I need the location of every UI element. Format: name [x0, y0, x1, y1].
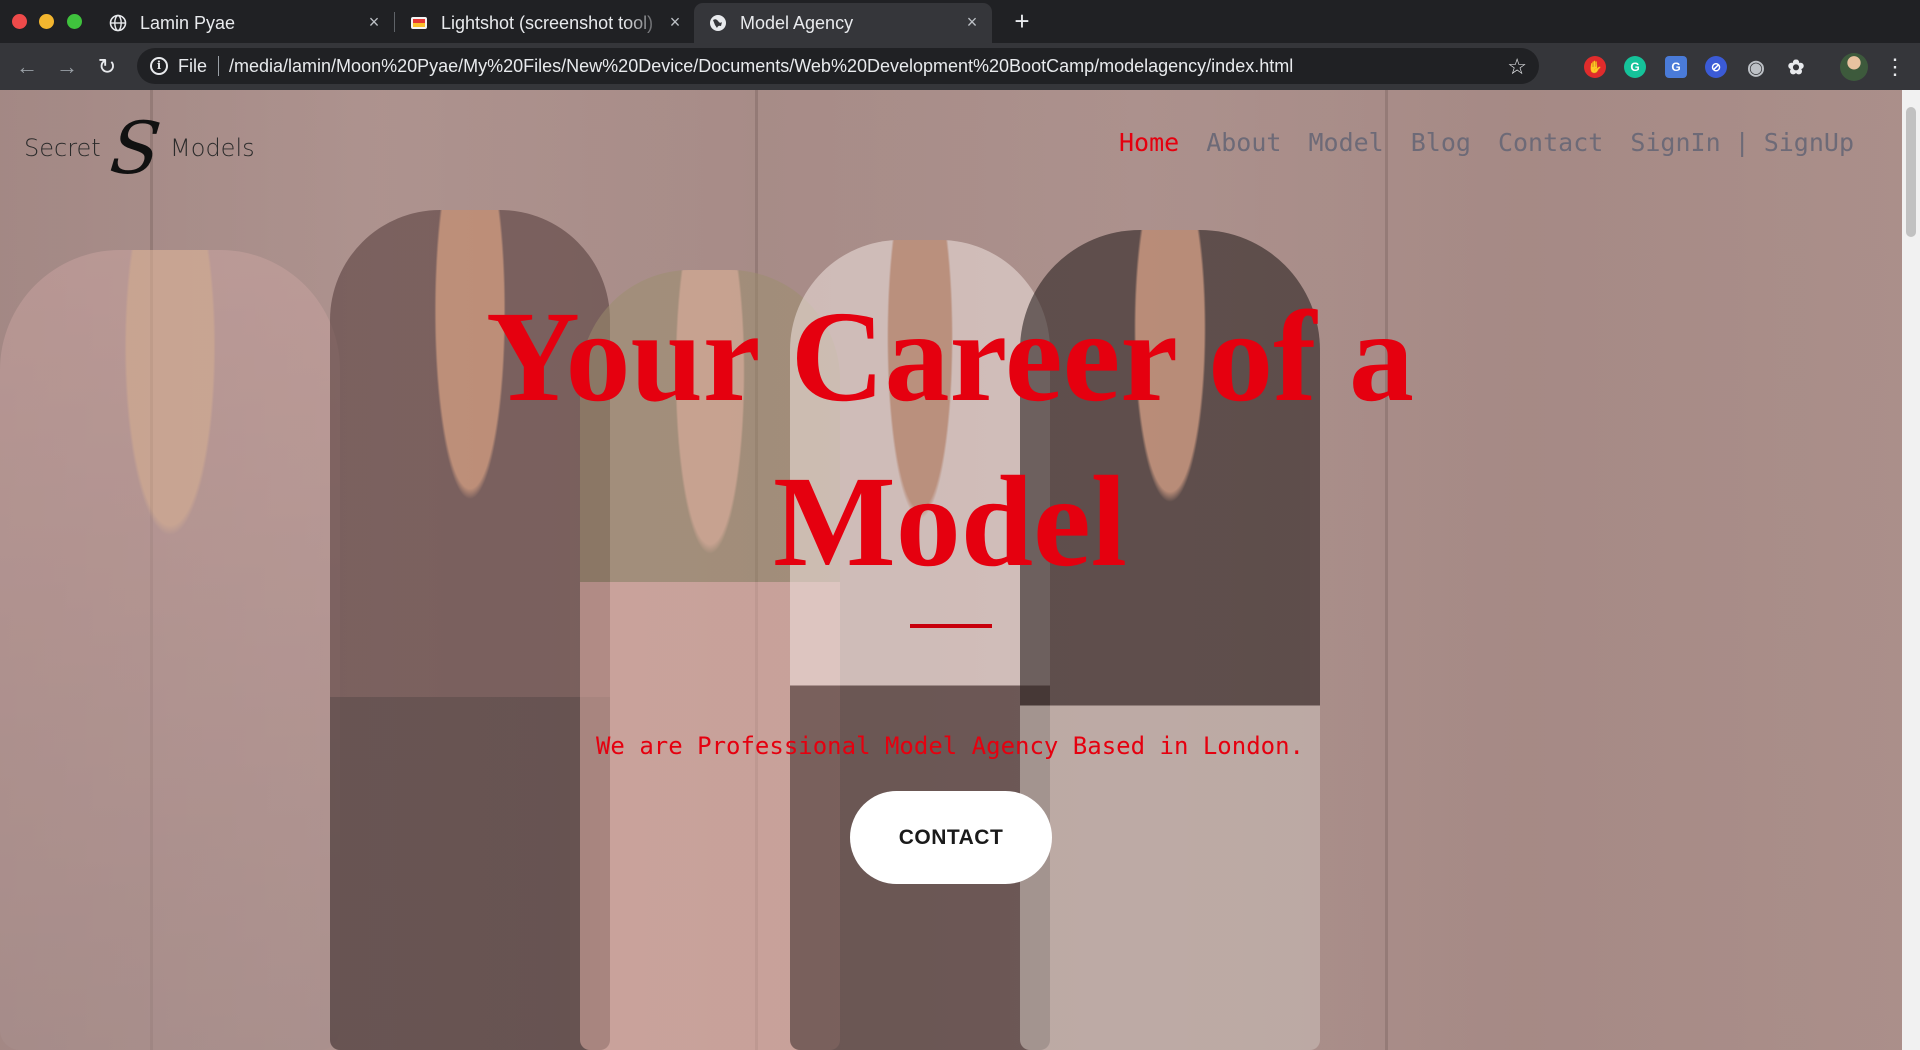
- back-arrow-icon[interactable]: ←: [13, 53, 41, 81]
- url-divider: [218, 56, 220, 76]
- tab-lightshot[interactable]: Lightshot (screenshot tool) ×: [395, 3, 695, 43]
- hero-headline-line-2: Model: [773, 450, 1127, 594]
- nav-link-model[interactable]: Model: [1308, 128, 1383, 157]
- close-window-button[interactable]: [12, 14, 27, 29]
- block-icon[interactable]: ⊘: [1705, 56, 1727, 78]
- tab-lamin-pyae[interactable]: Lamin Pyae ×: [94, 3, 394, 43]
- forward-arrow-icon[interactable]: →: [53, 53, 81, 81]
- hand-stop-icon[interactable]: ✋: [1584, 56, 1606, 78]
- hero-section: Secret S Models Home About Model Blog Co…: [0, 90, 1902, 1050]
- hero-headline: Your Career of a Model: [450, 275, 1450, 605]
- new-tab-button[interactable]: +: [1008, 8, 1036, 36]
- url-scheme: File: [178, 55, 208, 76]
- hero-tagline: We are Professional Model Agency Based i…: [595, 732, 1304, 760]
- maximize-window-button[interactable]: [67, 14, 82, 29]
- minimize-window-button[interactable]: [39, 14, 54, 29]
- close-tab-icon[interactable]: ×: [962, 12, 982, 32]
- nav-link-about[interactable]: About: [1206, 128, 1281, 157]
- ninja-icon[interactable]: ✿: [1785, 56, 1807, 79]
- headline-underline: [910, 624, 992, 628]
- scrollbar-thumb[interactable]: [1906, 107, 1916, 237]
- browser-menu-icon[interactable]: ⋮: [1884, 53, 1906, 81]
- nav-link-signin[interactable]: SignIn: [1630, 128, 1720, 157]
- nav-link-home[interactable]: Home: [1119, 128, 1179, 157]
- model-photo-figure: [0, 250, 340, 1050]
- tab-title: Lightshot (screenshot tool): [441, 12, 654, 33]
- contact-button[interactable]: CONTACT: [850, 791, 1052, 884]
- hero-headline-line-1: Your Career of a: [486, 285, 1414, 429]
- info-icon[interactable]: i: [150, 57, 168, 75]
- camera-icon[interactable]: ◉: [1745, 56, 1767, 79]
- site-nav: Home About Model Blog Contact SignIn | S…: [1092, 128, 1854, 157]
- logo-text-left: Secret: [24, 134, 101, 162]
- tab-title: Model Agency: [740, 12, 854, 33]
- tab-strip: Lamin Pyae × Lightshot (screenshot tool)…: [0, 0, 1920, 43]
- profile-avatar[interactable]: [1840, 53, 1868, 81]
- page-scrollbar[interactable]: [1902, 90, 1920, 1050]
- browser-toolbar: ← → ↻ i File /media/lamin/Moon%20Pyae/My…: [0, 43, 1920, 90]
- logo-mark: S: [106, 106, 165, 190]
- url-text[interactable]: /media/lamin/Moon%20Pyae/My%20Files/New%…: [229, 56, 1293, 77]
- nav-divider: |: [1734, 128, 1750, 157]
- grammarly-icon[interactable]: G: [1624, 56, 1646, 78]
- translate-icon[interactable]: G: [1665, 56, 1687, 78]
- page-viewport: Secret S Models Home About Model Blog Co…: [0, 90, 1920, 1050]
- bookmark-star-icon[interactable]: ☆: [1507, 54, 1527, 80]
- site-logo[interactable]: Secret S Models: [24, 106, 255, 190]
- nav-link-blog[interactable]: Blog: [1411, 128, 1471, 157]
- globe-icon: [108, 13, 128, 33]
- lightshot-icon: [409, 13, 429, 33]
- nav-link-signup[interactable]: SignUp: [1764, 128, 1854, 157]
- nav-link-contact[interactable]: Contact: [1498, 128, 1603, 157]
- logo-text-right: Models: [170, 134, 255, 162]
- tab-model-agency[interactable]: Model Agency ×: [694, 3, 992, 43]
- tab-title: Lamin Pyae: [140, 12, 236, 33]
- reload-icon[interactable]: ↻: [93, 53, 121, 81]
- close-tab-icon[interactable]: ×: [364, 12, 384, 32]
- address-bar[interactable]: i File /media/lamin/Moon%20Pyae/My%20Fil…: [137, 48, 1539, 84]
- close-tab-icon[interactable]: ×: [665, 12, 685, 32]
- globe-icon: [708, 13, 728, 33]
